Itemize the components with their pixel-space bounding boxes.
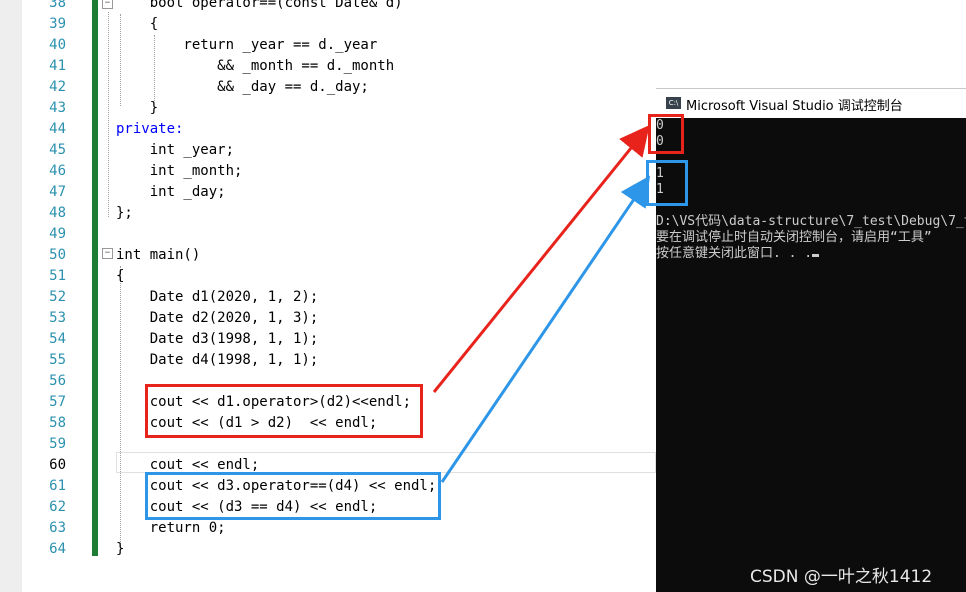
- line-number: 54: [49, 331, 66, 347]
- line-number: 56: [49, 373, 66, 389]
- change-indicator-bar: [92, 0, 98, 556]
- code-line[interactable]: };: [116, 203, 133, 224]
- line-number: 46: [49, 163, 66, 179]
- line-number: 39: [49, 16, 66, 32]
- code-line[interactable]: int _day;: [116, 182, 226, 203]
- line-number: 64: [49, 541, 66, 557]
- line-number: 42: [49, 79, 66, 95]
- console-output-text: 0 0 1 1 D:\VS代码\data-structure\7_test\De…: [656, 118, 966, 261]
- line-number: 48: [49, 205, 66, 221]
- line-number: 55: [49, 352, 66, 368]
- red-highlight-box: [145, 384, 423, 438]
- line-number: 61: [49, 478, 66, 494]
- line-number: 63: [49, 520, 66, 536]
- red-arrow: [432, 124, 650, 393]
- console-output: 0 0 1 1 D:\VS代码\data-structure\7_test\De…: [656, 118, 966, 262]
- collapse-icon[interactable]: −: [102, 0, 113, 9]
- line-number: 53: [49, 310, 66, 326]
- code-line[interactable]: {: [116, 14, 158, 35]
- watermark: CSDN @一叶之秋1412: [750, 567, 933, 587]
- code-line[interactable]: return 0;: [116, 518, 226, 539]
- code-line[interactable]: {: [116, 266, 124, 287]
- code-line[interactable]: bool operator==(const Date& d): [116, 0, 403, 14]
- line-number: 41: [49, 58, 66, 74]
- line-number: 62: [49, 499, 66, 515]
- red-console-box: [648, 114, 684, 154]
- line-number: 49: [49, 226, 66, 242]
- line-number: 59: [49, 436, 66, 452]
- code-line[interactable]: }: [116, 539, 124, 560]
- editor-gutter: [0, 0, 22, 592]
- line-number: 52: [49, 289, 66, 305]
- console-title-bar[interactable]: C:\ Microsoft Visual Studio 调试控制台: [656, 88, 966, 118]
- blue-arrow: [440, 175, 651, 483]
- line-number: 44: [49, 121, 66, 137]
- line-number: 47: [49, 184, 66, 200]
- code-line[interactable]: && _day == d._day;: [116, 77, 369, 98]
- code-line[interactable]: Date d1(2020, 1, 2);: [116, 287, 319, 308]
- blue-highlight-box: [145, 472, 441, 520]
- console-cursor: [812, 254, 820, 257]
- code-line[interactable]: int _year;: [116, 140, 234, 161]
- line-number: 58: [49, 415, 66, 431]
- code-line[interactable]: int main(): [116, 245, 200, 266]
- line-number-current: 60: [49, 457, 66, 473]
- line-number: 40: [49, 37, 66, 53]
- console-app-icon: C:\: [666, 97, 681, 109]
- line-number: 57: [49, 394, 66, 410]
- code-line[interactable]: int _month;: [116, 161, 243, 182]
- code-line[interactable]: && _month == d._month: [116, 56, 394, 77]
- line-number: 43: [49, 100, 66, 116]
- line-number: 45: [49, 142, 66, 158]
- line-number: 50: [49, 247, 66, 263]
- debug-console-window[interactable]: C:\ Microsoft Visual Studio 调试控制台 0 0 1 …: [656, 88, 966, 592]
- code-line[interactable]: Date d3(1998, 1, 1);: [116, 329, 319, 350]
- code-line[interactable]: return _year == d._year: [116, 35, 377, 56]
- code-line[interactable]: Date d2(2020, 1, 3);: [116, 308, 319, 329]
- indent-guide: [108, 12, 109, 217]
- code-line[interactable]: Date d4(1998, 1, 1);: [116, 350, 319, 371]
- console-title: Microsoft Visual Studio 调试控制台: [686, 99, 903, 114]
- code-line[interactable]: private:: [116, 119, 183, 140]
- blue-console-box: [646, 160, 688, 206]
- line-number: 38: [49, 0, 66, 11]
- collapse-icon[interactable]: −: [102, 248, 113, 259]
- code-line[interactable]: }: [116, 98, 158, 119]
- line-number: 51: [49, 268, 66, 284]
